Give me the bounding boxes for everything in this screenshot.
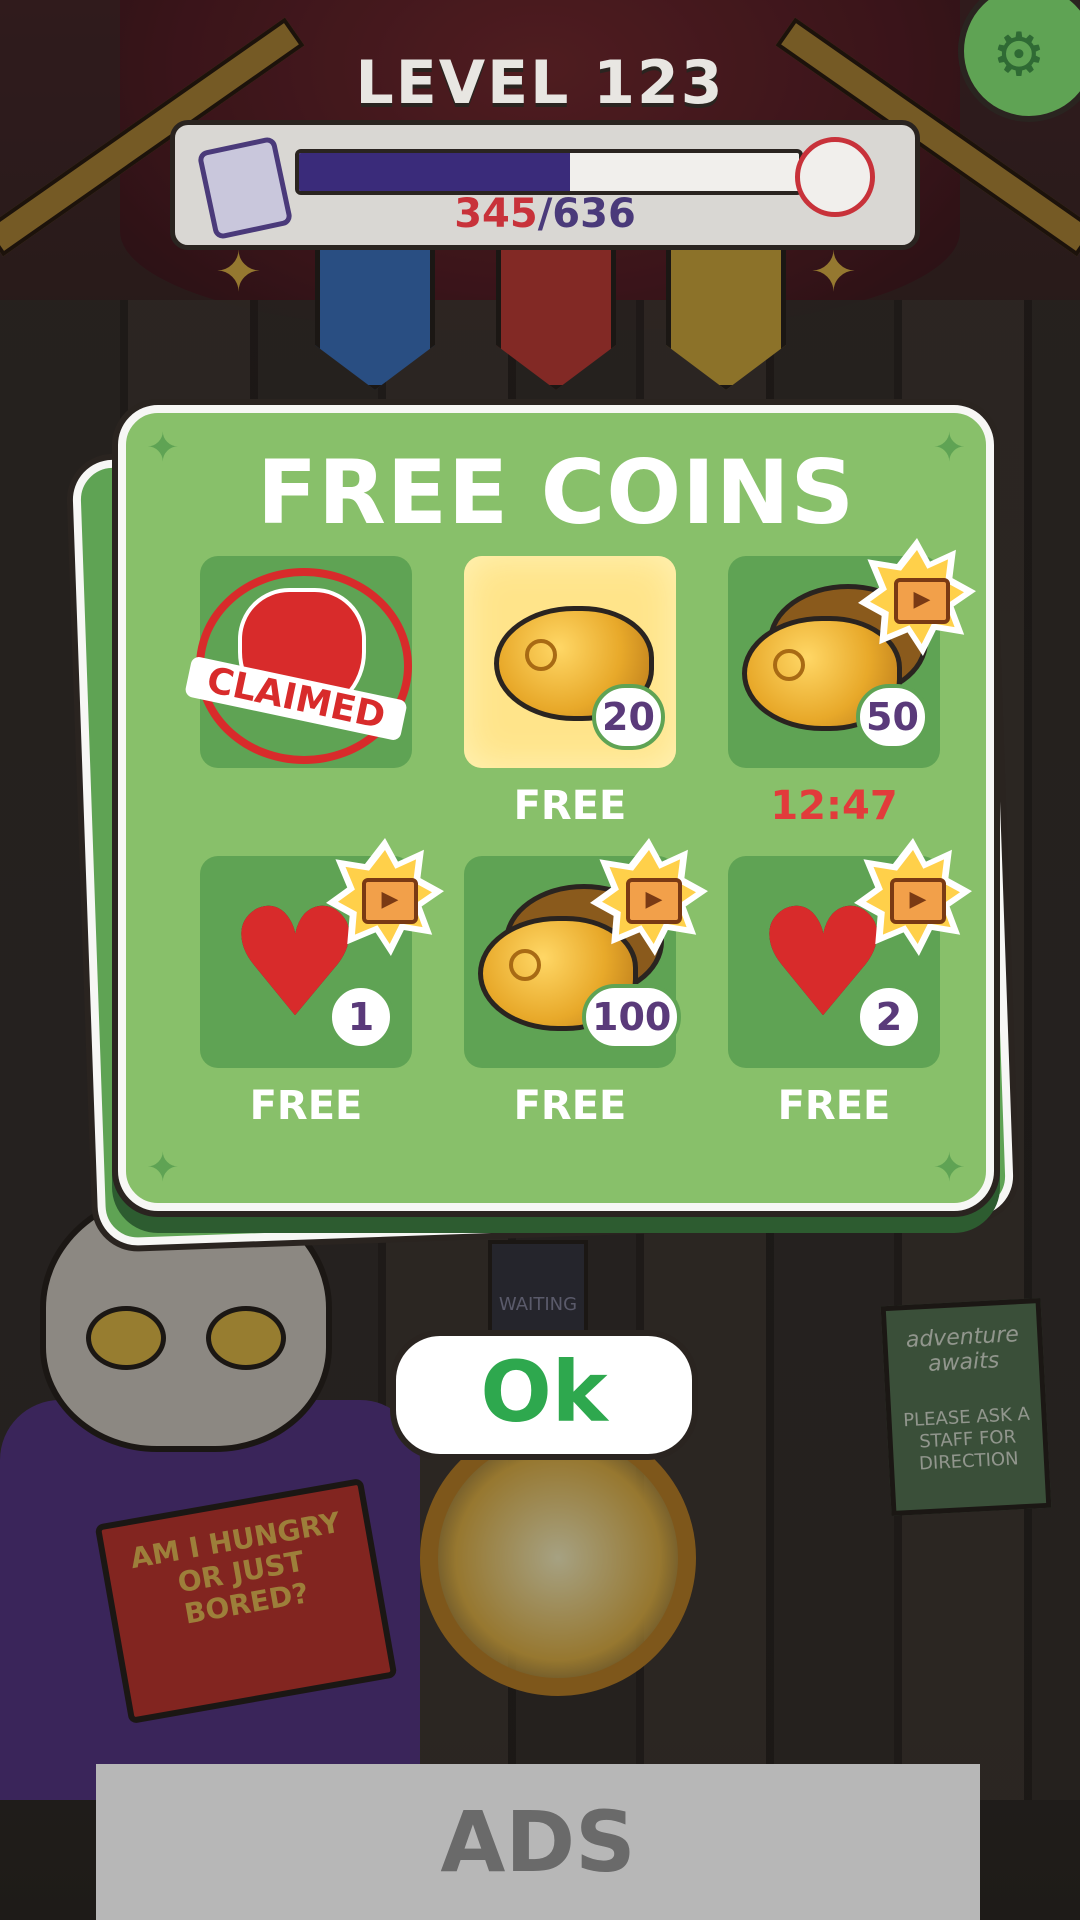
reward-amount-badge: 100 (582, 984, 682, 1050)
clapperboard-icon: ▶ (890, 878, 946, 924)
clapperboard-icon: ▶ (362, 878, 418, 924)
level-progress-ribbon: 345/636 (170, 120, 920, 250)
gear-icon: ⚙ (992, 20, 1046, 90)
book-icon (196, 135, 294, 241)
progress-total: 636 (552, 191, 636, 237)
modal-title: FREE COINS (257, 441, 855, 544)
progress-text: 345/636 (295, 191, 795, 237)
progress-separator: / (537, 191, 553, 237)
progress-current: 345 (454, 191, 538, 237)
reward-amount-badge: 2 (856, 984, 922, 1050)
reward-tile-coins-20[interactable]: 20 (464, 556, 676, 768)
star-icon: ✦ (932, 1145, 966, 1191)
level-title: LEVEL 123 (355, 48, 725, 118)
reward-cooldown-timer: 12:47 (770, 783, 898, 829)
level-progress-fill (299, 153, 570, 191)
reward-amount-badge: 50 (856, 684, 929, 750)
star-icon: ✦ (146, 1145, 180, 1191)
claimed-stamp: CLAIMED (184, 558, 412, 764)
reward-caption: FREE (513, 1083, 627, 1129)
ok-button[interactable]: Ok (390, 1330, 698, 1460)
clapperboard-icon: ▶ (626, 878, 682, 924)
free-coins-modal: ✦ ✦ ✦ ✦ FREE COINS 20 FREE 50 12:47 ♥ 1 … (118, 405, 994, 1211)
ad-banner[interactable]: ADS (96, 1764, 980, 1920)
reward-caption: FREE (513, 783, 627, 829)
reward-amount-badge: 1 (328, 984, 394, 1050)
reward-caption: FREE (777, 1083, 891, 1129)
level-progress-bar (295, 149, 803, 195)
fist-icon (795, 137, 875, 217)
reward-caption: FREE (249, 1083, 363, 1129)
clapperboard-icon: ▶ (894, 578, 950, 624)
reward-amount-badge: 20 (592, 684, 665, 750)
